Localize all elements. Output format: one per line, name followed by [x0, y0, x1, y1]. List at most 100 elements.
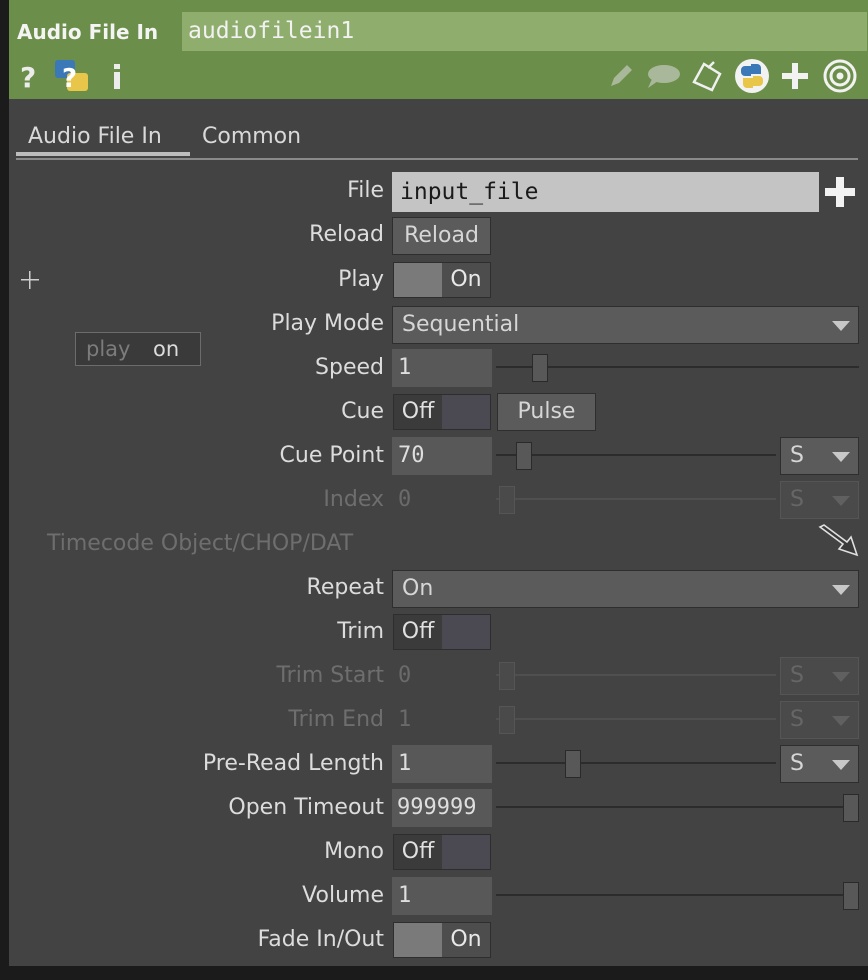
speed-label: Speed: [315, 355, 384, 380]
toggle-state: Off: [394, 835, 442, 869]
open-timeout-label: Open Timeout: [228, 795, 384, 820]
cue-point-unit-dropdown[interactable]: S: [780, 437, 859, 475]
tab-common[interactable]: Common: [202, 124, 301, 149]
chevron-down-icon: [832, 496, 850, 506]
tab-audio-file-in[interactable]: Audio File In: [28, 124, 162, 149]
file-field[interactable]: input_file: [392, 172, 819, 212]
toggle-state: On: [442, 923, 490, 957]
speed-slider-track[interactable]: [496, 366, 859, 368]
reload-label: Reload: [309, 222, 384, 247]
fade-toggle[interactable]: On: [393, 922, 491, 958]
chevron-down-icon: [832, 321, 850, 331]
preread-slider-handle[interactable]: [565, 750, 581, 778]
cue-point-unit: S: [790, 443, 804, 468]
index-label: Index: [323, 487, 384, 512]
cue-toggle[interactable]: Off: [393, 394, 491, 430]
index-field: 0: [392, 481, 492, 519]
open-timeout-slider-track[interactable]: [496, 806, 859, 808]
tab-divider: [16, 158, 858, 160]
preread-unit-dropdown[interactable]: S: [780, 745, 859, 783]
cue-point-slider-handle[interactable]: [516, 442, 532, 470]
chevron-down-icon: [832, 452, 850, 462]
cue-label: Cue: [341, 399, 384, 424]
python-help-icon[interactable]: ?: [53, 58, 91, 94]
volume-slider-track[interactable]: [496, 894, 859, 896]
repeat-dropdown[interactable]: On: [392, 570, 859, 608]
index-unit: S: [790, 487, 804, 512]
mono-toggle[interactable]: Off: [393, 834, 491, 870]
cue-point-field[interactable]: 70: [392, 437, 492, 475]
chevron-down-icon: [832, 760, 850, 770]
open-timeout-field[interactable]: 999999: [392, 789, 492, 827]
python-icon[interactable]: [733, 58, 771, 94]
active-tab-indicator: [16, 152, 190, 156]
operator-name-field[interactable]: audiofilein1: [182, 12, 867, 51]
cue-point-label: Cue Point: [279, 443, 384, 468]
play-mode-dropdown[interactable]: Sequential: [392, 306, 859, 344]
badge-param-state: on: [153, 337, 180, 361]
file-browse-icon[interactable]: [824, 176, 856, 212]
play-state-badge: play on: [75, 332, 201, 366]
preread-field[interactable]: 1: [392, 745, 492, 783]
trim-end-unit: S: [790, 707, 804, 732]
toggle-knob: [394, 923, 442, 957]
repeat-value: On: [402, 576, 434, 601]
cue-point-slider-track[interactable]: [496, 454, 776, 456]
play-toggle[interactable]: On: [393, 262, 491, 298]
edit-icon[interactable]: [605, 58, 637, 94]
trim-start-unit-dropdown: S: [780, 657, 859, 695]
trim-start-field: 0: [392, 657, 492, 695]
badge-param-name: play: [86, 337, 131, 361]
trim-start-slider-handle: [499, 662, 515, 690]
toggle-knob: [442, 835, 490, 869]
reload-button[interactable]: Reload: [392, 217, 491, 255]
preread-slider-track[interactable]: [496, 762, 776, 764]
index-slider-track: [496, 498, 776, 500]
volume-label: Volume: [302, 883, 384, 908]
play-label: Play: [338, 267, 384, 292]
toggle-knob: [394, 263, 442, 297]
trim-toggle[interactable]: Off: [393, 614, 491, 650]
volume-slider-handle[interactable]: [843, 882, 859, 910]
clone-icon[interactable]: [689, 58, 727, 94]
trim-start-label: Trim Start: [276, 663, 384, 688]
toggle-knob: [442, 395, 490, 429]
cue-pulse-button[interactable]: Pulse: [497, 393, 596, 431]
screen: { "header": { "op_type": "Audio File In"…: [0, 0, 868, 980]
add-icon[interactable]: [779, 58, 811, 94]
trim-end-field: 1: [392, 701, 492, 739]
preread-unit: S: [790, 751, 804, 776]
file-label: File: [347, 178, 384, 203]
svg-text:?: ?: [20, 61, 36, 91]
speed-field[interactable]: 1: [392, 349, 492, 387]
toggle-state: On: [442, 263, 490, 297]
info-icon[interactable]: [107, 58, 127, 94]
index-unit-dropdown: S: [780, 481, 859, 519]
help-icon[interactable]: ?: [17, 58, 41, 94]
trim-start-unit: S: [790, 663, 804, 688]
toggle-state: Off: [394, 395, 442, 429]
mono-label: Mono: [324, 839, 384, 864]
viewer-icon[interactable]: [821, 58, 859, 94]
comment-icon[interactable]: [643, 58, 683, 94]
operator-type-label: Audio File In: [17, 20, 159, 44]
repeat-label: Repeat: [306, 575, 384, 600]
volume-field[interactable]: 1: [392, 877, 492, 915]
open-timeout-slider-handle[interactable]: [843, 794, 859, 822]
trim-start-slider-track: [496, 674, 776, 676]
timecode-label: Timecode Object/CHOP/DAT: [47, 531, 354, 556]
trim-end-unit-dropdown: S: [780, 701, 859, 739]
play-mode-label: Play Mode: [271, 311, 384, 336]
speed-slider-handle[interactable]: [532, 354, 548, 382]
play-mode-value: Sequential: [402, 312, 520, 337]
toggle-knob: [442, 615, 490, 649]
chevron-down-icon: [832, 585, 850, 595]
arrow-drop-icon[interactable]: [817, 524, 859, 562]
trim-end-label: Trim End: [288, 707, 384, 732]
trim-end-slider-track: [496, 718, 776, 720]
parameter-panel: Audio File In audiofilein1 ? ? Audio Fil…: [9, 0, 868, 966]
chevron-down-icon: [832, 672, 850, 682]
operator-header: Audio File In audiofilein1 ? ?: [9, 0, 868, 99]
index-slider-handle: [499, 486, 515, 514]
preread-label: Pre-Read Length: [202, 751, 384, 776]
